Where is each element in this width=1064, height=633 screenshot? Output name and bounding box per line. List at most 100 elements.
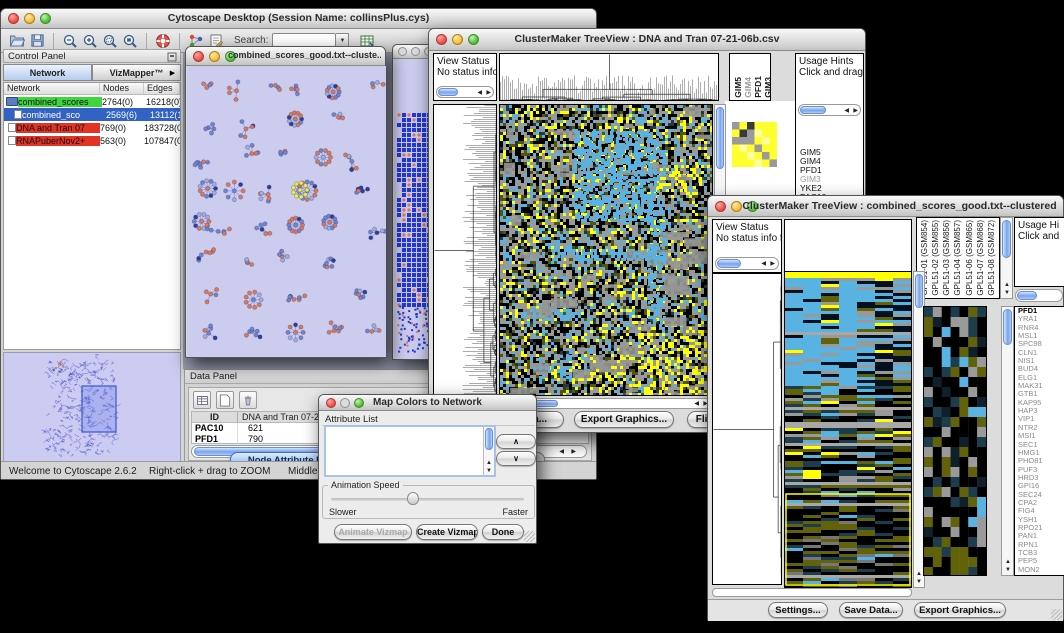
scrollbar-thumb[interactable] [1003, 309, 1012, 345]
title-bar[interactable]: ClusterMaker TreeView : combined_scores_… [708, 196, 1063, 217]
column-label[interactable]: GPL51-08 (GSM872) [987, 220, 996, 296]
export-graphics-button[interactable]: Export Graphics... [914, 602, 1006, 618]
zoom-selected-icon[interactable] [100, 31, 120, 51]
scroll-up-icon[interactable]: ▲ [1005, 559, 1011, 565]
close-button[interactable] [436, 34, 447, 45]
column-label[interactable]: PFD1 [753, 76, 763, 98]
zoom-heatmap-canvas[interactable] [924, 307, 986, 575]
move-down-button[interactable]: ∨ [496, 451, 536, 466]
col-edges[interactable]: Edges [144, 83, 180, 94]
usage-hints-scrollbar[interactable]: ◀ ▶ [798, 104, 861, 116]
view-status-scrollbar[interactable]: ◀ ▶ [436, 86, 494, 98]
control-panel-tab[interactable]: Network [3, 64, 92, 81]
tab-overflow-button[interactable]: ▶ [165, 64, 181, 81]
row-dendrogram-canvas[interactable] [713, 274, 781, 584]
close-button[interactable] [326, 398, 336, 408]
scroll-left-icon[interactable]: ◀ [844, 108, 849, 114]
column-dendrogram-canvas[interactable] [500, 54, 718, 100]
resize-grip[interactable] [524, 531, 535, 542]
zoom-fit-icon[interactable] [120, 31, 140, 51]
float-panel-icon[interactable] [167, 52, 177, 62]
scroll-right-icon[interactable]: ▶ [770, 261, 775, 267]
save-data-button[interactable]: Save Data... [839, 602, 903, 618]
col-id[interactable]: ID [192, 412, 238, 422]
scrollbar-thumb[interactable] [717, 259, 741, 268]
column-label[interactable]: GPL51-02 (GSM855) [931, 220, 940, 296]
column-label[interactable]: GPL51-04 (GSM857) [953, 220, 962, 296]
title-bar[interactable]: Map Colors to Network [319, 395, 536, 411]
resize-grip[interactable] [1051, 609, 1062, 620]
network-canvas[interactable] [187, 66, 386, 357]
network-list-row[interactable]: combined_sco 2569(6) 13112(15) [4, 108, 180, 121]
title-bar[interactable]: Cytoscape Desktop (Session Name: collins… [1, 9, 596, 29]
scrollbar-thumb[interactable] [800, 106, 826, 114]
close-button[interactable] [398, 47, 407, 56]
speed-slider-thumb[interactable] [407, 492, 419, 505]
correlation-matrix-canvas[interactable] [732, 122, 777, 167]
scroll-down-icon[interactable]: ▼ [1004, 290, 1010, 296]
save-session-button[interactable] [27, 31, 47, 51]
scroll-left-icon[interactable]: ◀ [477, 90, 482, 96]
scrollbar-thumb[interactable] [1017, 291, 1037, 300]
scroll-down-icon[interactable]: ▼ [916, 579, 922, 585]
open-session-button[interactable] [7, 31, 27, 51]
zoom-out-icon[interactable] [60, 31, 80, 51]
column-label[interactable]: GPL51-03 (GSM856) [942, 220, 951, 296]
close-button[interactable] [193, 51, 204, 62]
network-list-row[interactable]: combined_scores 2764(0) 16218(0) [4, 95, 180, 108]
scroll-up-icon[interactable]: ▲ [916, 571, 922, 577]
column-label[interactable]: GIM3 [763, 77, 771, 98]
speed-slider-track[interactable] [331, 498, 524, 501]
zoom-vscrollbar[interactable]: ▲ ▼ [1001, 306, 1014, 576]
heatmap-canvas[interactable] [785, 272, 911, 587]
scrollbar-thumb[interactable] [438, 88, 458, 96]
network-view-back-canvas[interactable] [397, 109, 431, 369]
col-network[interactable]: Network [4, 83, 100, 94]
move-up-button[interactable]: ∧ [496, 434, 536, 449]
title-bar[interactable]: ClusterMaker TreeView : DNA and Tran 07-… [429, 29, 865, 51]
scroll-left-icon[interactable]: ◀ [694, 401, 699, 407]
row-dendrogram-canvas[interactable] [434, 105, 496, 395]
heatmap-canvas[interactable] [500, 105, 712, 395]
scrollbar-thumb[interactable] [716, 107, 724, 169]
title-bar[interactable]: combined_scores_good.txt--cluste... [186, 47, 385, 66]
scroll-down-icon[interactable]: ▼ [1005, 567, 1011, 573]
attribute-list[interactable] [324, 425, 496, 477]
network-list-row[interactable]: RNAPuberNov2+ 563(0) 107847(0) [4, 134, 180, 147]
zoom-in-icon[interactable] [80, 31, 100, 51]
help-icon[interactable] [153, 31, 173, 51]
export-graphics-button[interactable]: Export Graphics... [574, 411, 674, 428]
scroll-right-icon[interactable]: ▶ [486, 90, 491, 96]
attribute-list-scrollbar[interactable]: ▲ ▼ [483, 427, 494, 475]
scroll-right-icon[interactable]: ▶ [571, 449, 576, 455]
animate-vizmap-button[interactable]: Animate Vizmap [334, 524, 412, 540]
scroll-up-icon[interactable]: ▲ [1004, 282, 1010, 288]
column-label[interactable]: GIM5 [733, 77, 743, 98]
trash-icon[interactable] [239, 391, 257, 409]
scroll-right-icon[interactable]: ▶ [853, 108, 858, 114]
col-nodes[interactable]: Nodes [100, 83, 144, 94]
scroll-left-icon[interactable]: ◀ [761, 261, 766, 267]
minimize-button[interactable] [411, 47, 420, 56]
minimize-button[interactable] [209, 51, 220, 62]
scrollbar-thumb[interactable] [1002, 220, 1011, 258]
usage-hints-scrollbar[interactable] [1015, 289, 1063, 302]
gene-item[interactable]: MON2 [1015, 566, 1064, 574]
scroll-down-icon[interactable]: ▼ [486, 468, 492, 474]
close-button[interactable] [8, 13, 19, 24]
labels-vscrollbar[interactable]: ▲ ▼ [1000, 217, 1013, 299]
column-label[interactable]: GIM4 [743, 77, 753, 98]
scrollbar-thumb[interactable] [485, 428, 493, 450]
table-icon[interactable] [193, 391, 211, 409]
new-page-icon[interactable] [216, 391, 234, 409]
settings-button[interactable]: Settings... [768, 602, 828, 618]
column-label[interactable]: GPL51-07 (GSM868) [976, 220, 985, 296]
network-overview-canvas[interactable] [4, 353, 180, 461]
view-status-scrollbar[interactable]: ◀ ▶ [715, 257, 779, 270]
scroll-left-icon[interactable]: ◀ [559, 449, 564, 455]
scrollbar-thumb[interactable] [915, 274, 923, 308]
done-button[interactable]: Done [482, 524, 524, 540]
column-label[interactable]: GPL51-06 (GSM865) [965, 220, 974, 296]
close-button[interactable] [715, 201, 726, 212]
create-vizmap-button[interactable]: Create Vizmap [416, 524, 478, 540]
